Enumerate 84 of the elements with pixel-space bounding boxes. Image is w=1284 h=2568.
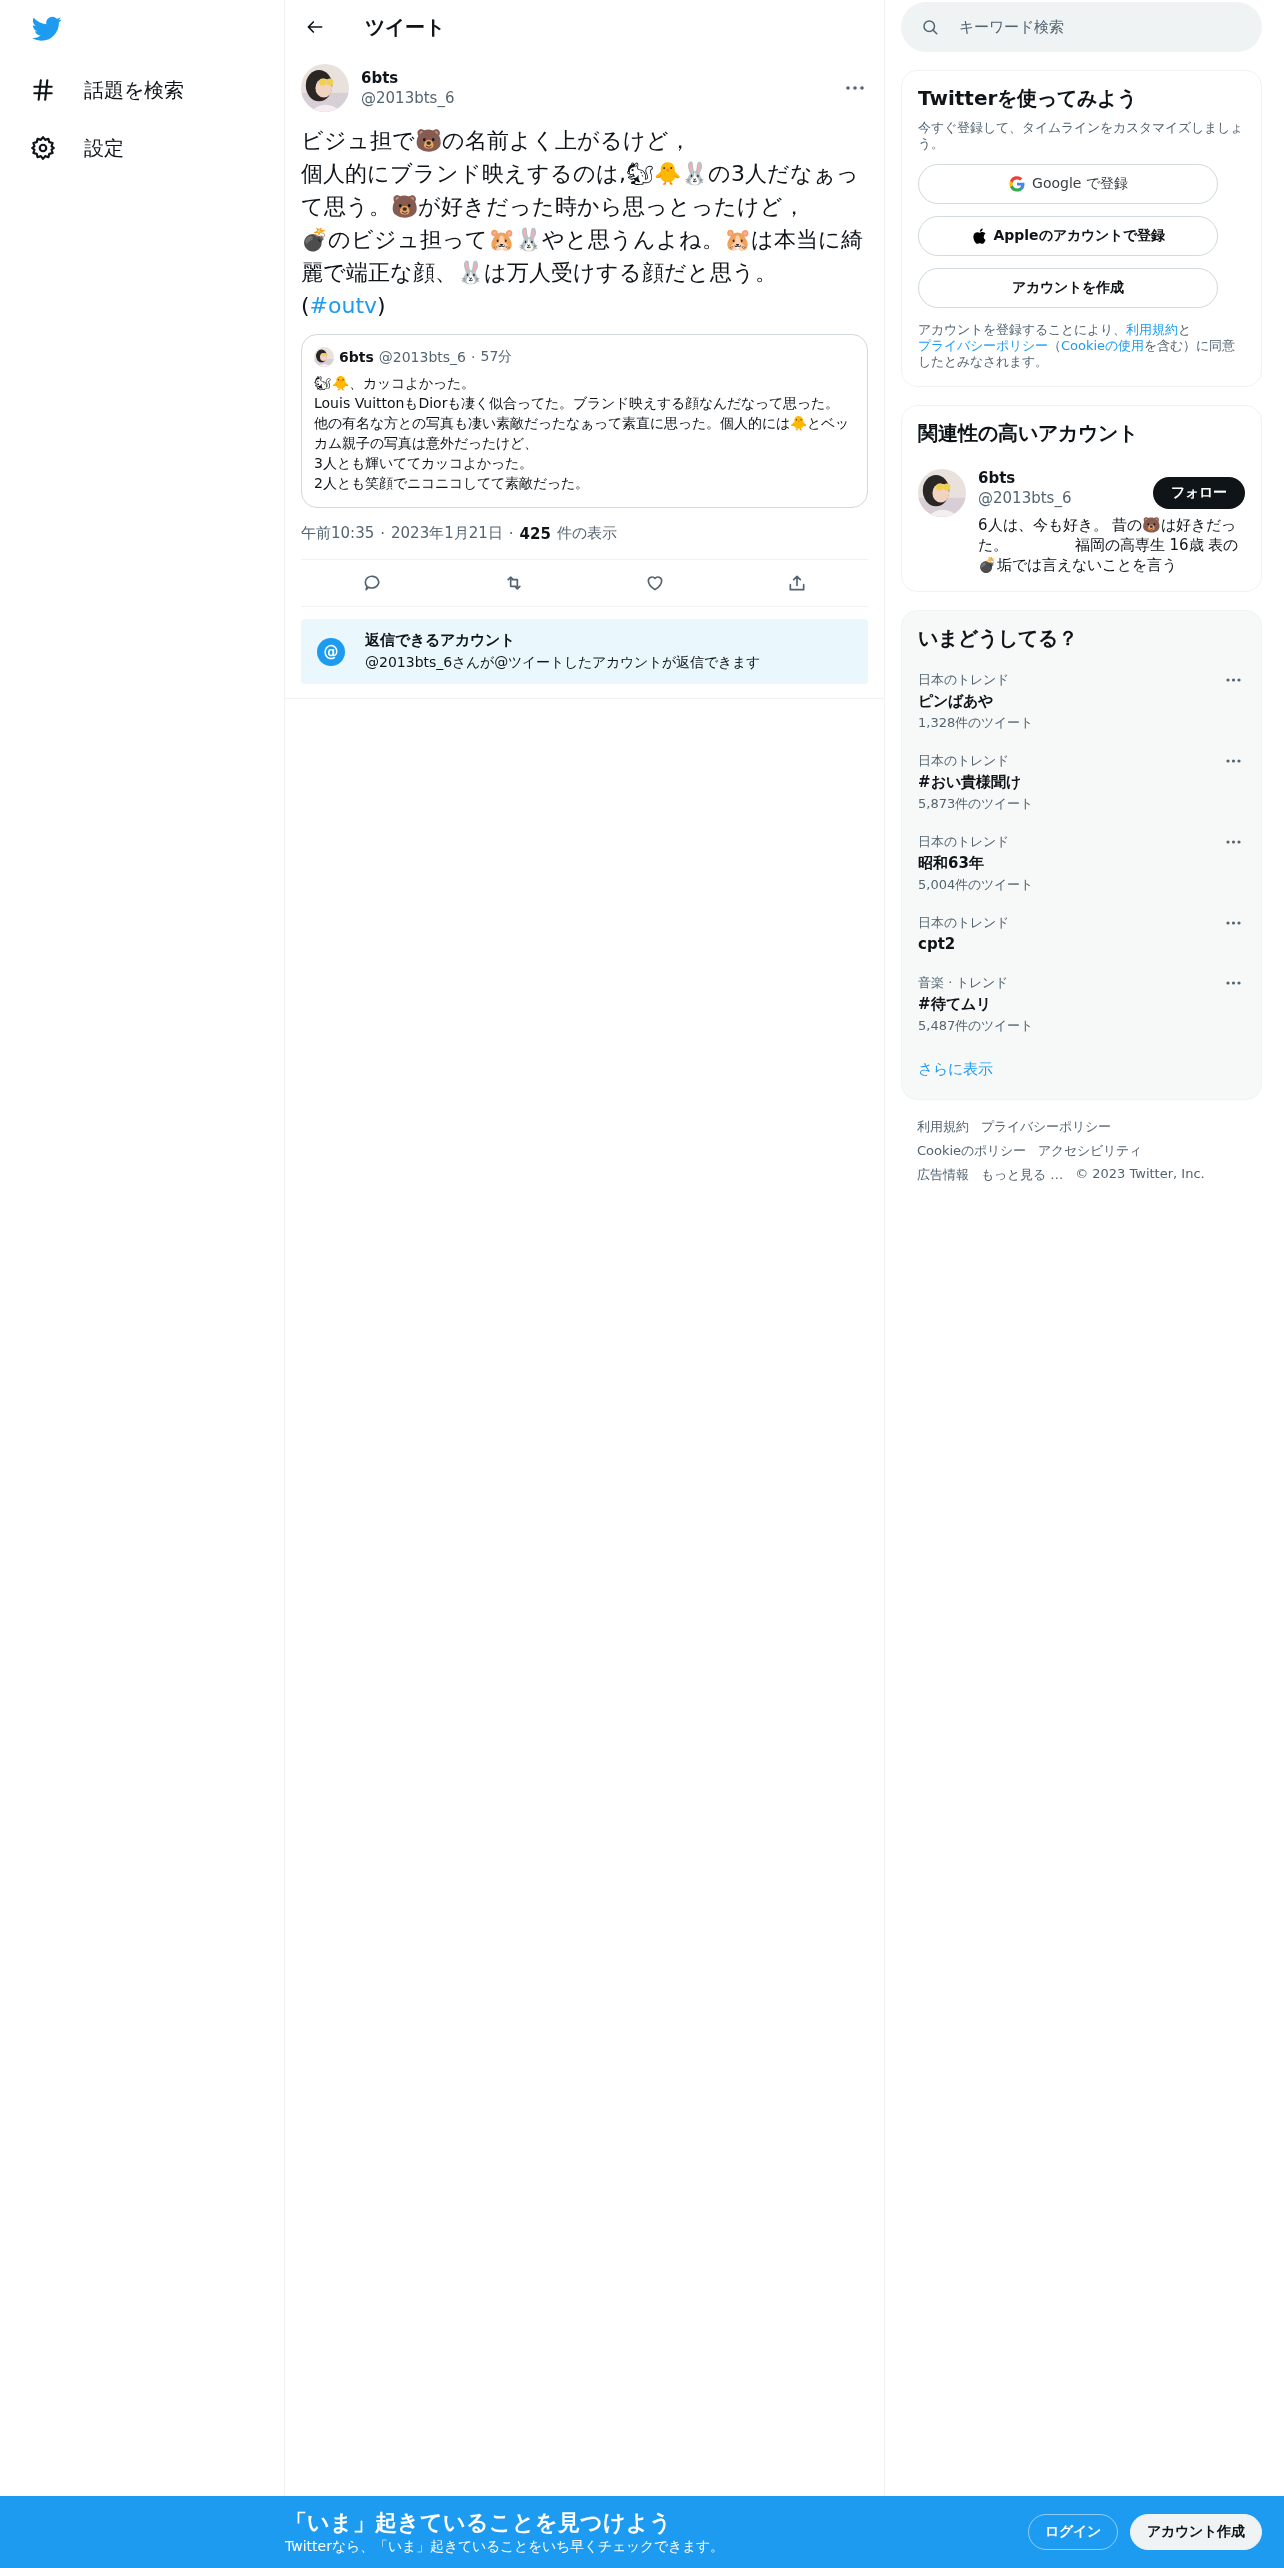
footer-link[interactable]: もっと見る …: [981, 1166, 1064, 1184]
separator-dot: ·: [508, 524, 514, 543]
more-icon: [1226, 678, 1241, 682]
quote-author-handle: @2013bts_6: [378, 349, 466, 365]
quote-author-name: 6bts: [339, 349, 374, 365]
separator-dot: ·: [380, 524, 385, 543]
legal-text: アカウントを登録することにより、利用規約 と プライバシーポリシー（Cookieの使用を含む）に同意したとみなされます。: [918, 322, 1237, 370]
search-field[interactable]: キーワード検索: [901, 2, 1262, 52]
card-subtitle: 今すぐ登録して、タイムラインをカスタマイズしましょう。: [918, 120, 1244, 152]
more-icon: [1226, 759, 1241, 763]
quote-text: Louis VuittonもDiorも凄く似合ってた。ブランド映えする顔なんだなって思った。: [314, 394, 841, 413]
trend-context: 日本のトレンド: [918, 753, 1010, 769]
notice-title: 返信できるアカウント: [365, 631, 516, 650]
quote-text: 他の有名な方との写真も凄い素敵だったなぁって素直に思った。個人的には🐥とベッカム親子の写真は意外だったけど、: [314, 414, 850, 453]
footer-link[interactable]: 広告情報: [917, 1166, 969, 1184]
create-account-button[interactable]: アカウントを作成: [918, 268, 1218, 308]
notice-text: @2013bts_6さんが@ツイートしたアカウントが返信できます: [365, 654, 761, 672]
trend-count: 5,004件のツイート: [918, 877, 1034, 893]
author-handle[interactable]: @2013bts_6: [361, 89, 830, 107]
tweet-text: ビジュ担で🐻の名前よく上がるけど，: [301, 127, 692, 155]
apple-icon: [971, 227, 988, 245]
card-title: いまどうしてる？: [918, 625, 1079, 652]
account-name[interactable]: 6bts: [978, 469, 1072, 487]
trend-count: 1,328件のツイート: [918, 715, 1034, 731]
hashtag-line: (#outv): [301, 292, 387, 320]
footer-link[interactable]: プライバシーポリシー: [981, 1118, 1111, 1136]
more-icon: [846, 86, 864, 90]
heart-icon: [645, 573, 666, 593]
more-icon: [1226, 981, 1241, 985]
nav-item[interactable]: 設定: [30, 126, 284, 170]
account-handle[interactable]: @2013bts_6: [978, 489, 1072, 507]
nav-item[interactable]: 話題を検索: [30, 68, 284, 112]
tweet-text: 個人的にブランド映えするのは,🐿🐥🐰の3人だなぁって思う。🐻が好きだった時から思っとったけど，: [301, 160, 860, 221]
google-icon: [1008, 175, 1027, 193]
more-icon: [1226, 840, 1241, 844]
trend-item[interactable]: 日本のトレンド 昭和63年 5,004件のツイート: [918, 822, 1245, 903]
separator-dot: ·: [471, 349, 476, 365]
trend-name: cpt2: [918, 935, 957, 953]
views-label: 件の表示: [556, 524, 617, 543]
card-title: Twitterを使ってみよう: [918, 85, 1139, 112]
trend-count: 5,487件のツイート: [918, 1018, 1034, 1034]
card-title: 関連性の高いアカウント: [918, 420, 1139, 447]
trend-item[interactable]: 日本のトレンド ピンばあや 1,328件のツイート: [918, 660, 1245, 741]
quoted-tweet[interactable]: 6bts @2013bts_6 · 57分 🐿🐥、カッコよかった。 Louis VuittonもDiorも凄く似合ってた。ブランド映えする顔なんだなって思った。 他の有名な方との写真も凄い素敵だったなぁって素直に思った。個人的には🐥とベッカム親子の写真は意外だったけど、 3人とも輝いててカッコよかった。 2人とも笑顔でニコニコしてて素敵だった。: [301, 334, 868, 508]
trend-name: #おい貴様聞け: [918, 773, 1022, 792]
hashtag-icon: [30, 77, 56, 103]
footer-link[interactable]: アクセシビリティ: [1038, 1142, 1143, 1160]
copyright-text: © 2023 Twitter, Inc.: [1075, 1166, 1205, 1183]
trend-context: 日本のトレンド: [918, 672, 1010, 688]
follow-button[interactable]: フォロー: [1153, 477, 1245, 509]
trend-count: 5,873件のツイート: [918, 796, 1034, 812]
view-count: 425: [519, 524, 551, 543]
quote-text: 3人とも輝いててカッコよかった。: [314, 454, 534, 473]
share-icon: [787, 573, 808, 593]
apple-signup-button[interactable]: Appleのアカウントで登録: [918, 216, 1218, 256]
settings-icon: [30, 135, 56, 161]
trend-context: 日本のトレンド: [918, 834, 1010, 850]
search-icon: [921, 18, 939, 36]
more-icon: [1226, 921, 1241, 925]
quote-time: 57分: [480, 348, 513, 366]
bird-logo[interactable]: [32, 16, 62, 42]
trend-item[interactable]: 日本のトレンド #おい貴様聞け 5,873件のツイート: [918, 741, 1245, 822]
banner-subtitle: Twitterなら、「いま」起きていることをいち早くチェックできます。: [285, 2538, 725, 2556]
page-title: ツイート: [365, 13, 445, 41]
tweet-time[interactable]: 午前10:35: [301, 524, 375, 543]
tweet-text: 💣のビジュ担って🐹🐰やと思うんよね。🐹は本当に綺麗で端正な顔、🐰は万人受けする顔だと思う。: [301, 226, 864, 287]
quote-text: 2人とも笑顔でニコニコしてて素敵だった。: [314, 474, 590, 493]
signup-button[interactable]: アカウント作成: [1130, 2514, 1262, 2550]
trend-context: 音楽 · トレンド: [918, 975, 1010, 991]
footer-link[interactable]: Cookieのポリシー: [917, 1142, 1027, 1160]
trend-item[interactable]: 音楽 · トレンド #待てムリ 5,487件のツイート: [918, 963, 1245, 1044]
quote-text: 🐿🐥、カッコよかった。: [314, 374, 476, 393]
trend-name: #待てムリ: [918, 995, 992, 1014]
account-bio: 6人は、今も好き。 昔の🐻は好きだった。 福岡の高専生 16歳 表の💣垢では言えないことを言う: [978, 515, 1240, 575]
trend-name: 昭和63年: [918, 854, 985, 873]
banner-title: 「いま」起きていることを見つけよう: [285, 2509, 673, 2537]
tweet-date[interactable]: 2023年1月21日: [391, 524, 503, 543]
google-signup-button[interactable]: Google で登録: [918, 164, 1218, 204]
trend-context: 日本のトレンド: [918, 915, 1009, 931]
trend-item[interactable]: 日本のトレンド cpt2: [918, 903, 1245, 963]
footer-link[interactable]: 利用規約: [917, 1118, 969, 1136]
trend-name: ピンばあや: [918, 692, 994, 711]
author-name[interactable]: 6bts: [361, 69, 830, 87]
mention-icon: @: [317, 637, 345, 666]
